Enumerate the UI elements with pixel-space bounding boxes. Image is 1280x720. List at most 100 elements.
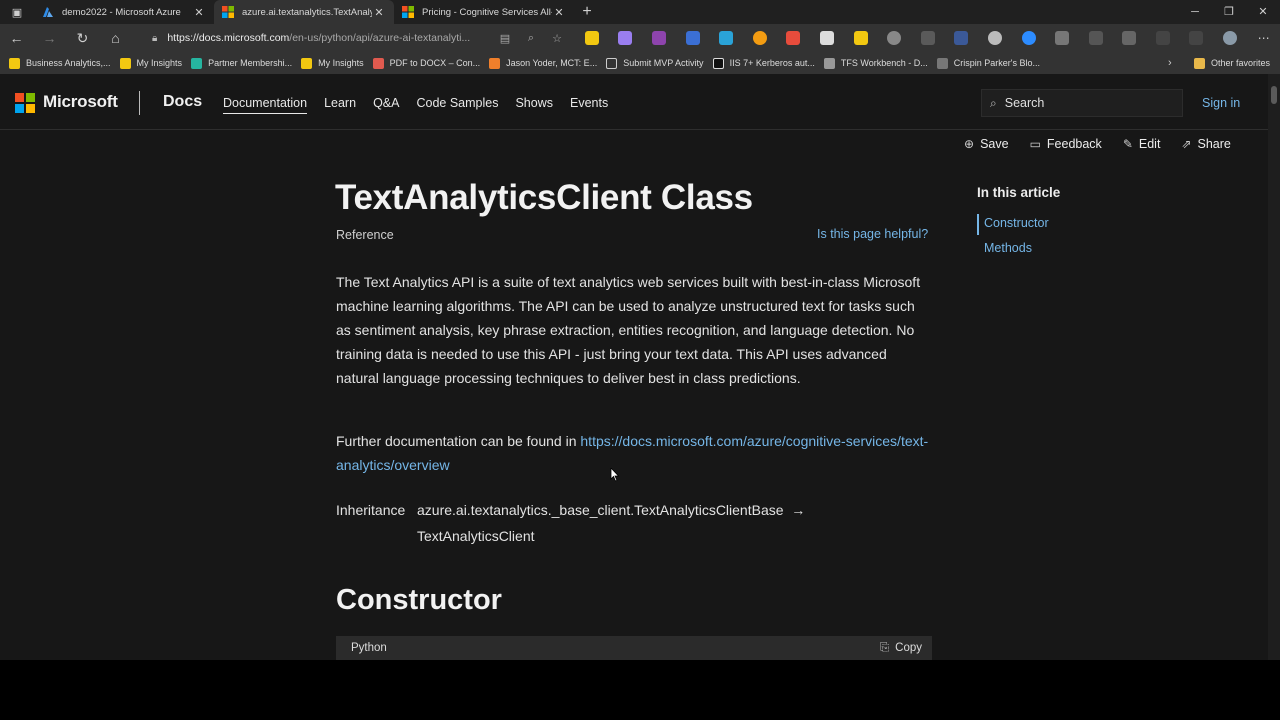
article-actions: ⊕ Save ▭ Feedback ✎ Edit ⇗ Share xyxy=(964,137,1252,151)
further-docs-text: Further documentation can be found in xyxy=(336,433,581,449)
url-host: https://docs.microsoft.com xyxy=(167,32,290,44)
tab-pricing[interactable]: Pricing - Cognitive Services All-In ✕ xyxy=(394,0,574,24)
close-tab-icon[interactable]: ✕ xyxy=(372,6,386,19)
scrollbar-thumb[interactable] xyxy=(1271,86,1277,104)
extension-icon[interactable] xyxy=(987,31,1002,45)
toc-item-constructor[interactable]: Constructor xyxy=(977,214,1060,235)
extension-icon[interactable] xyxy=(651,31,666,45)
extension-icon[interactable] xyxy=(819,31,834,45)
favorite-link[interactable]: TFS Workbench - D... xyxy=(823,57,928,69)
zoom-icon[interactable]: ⌕ xyxy=(518,32,544,45)
extension-icon[interactable] xyxy=(719,31,734,45)
close-window-icon[interactable]: ✕ xyxy=(1246,0,1280,24)
microsoft-logo-icon[interactable] xyxy=(15,93,35,113)
favorite-label: Crispin Parker's Blo... xyxy=(953,58,1040,68)
helpful-link[interactable]: Is this page helpful? xyxy=(817,227,928,241)
extension-icon[interactable] xyxy=(618,31,633,45)
favorite-label: IIS 7+ Kerberos aut... xyxy=(729,58,815,68)
extensions-puzzle-icon[interactable] xyxy=(1122,31,1137,45)
favorite-icon xyxy=(372,57,384,69)
favorite-label: TFS Workbench - D... xyxy=(840,58,928,68)
restore-icon[interactable]: ❐ xyxy=(1212,0,1246,24)
page-scrollbar[interactable] xyxy=(1268,74,1280,660)
address-bar[interactable]: 🔒︎ https://docs.microsoft.com /en-us/pyt… xyxy=(140,26,570,50)
search-placeholder: Search xyxy=(1004,96,1045,110)
nav-documentation[interactable]: Documentation xyxy=(223,96,308,114)
favorite-link[interactable]: Crispin Parker's Blo... xyxy=(936,57,1040,69)
reader-view-icon[interactable]: ▤ xyxy=(492,32,518,45)
search-input[interactable]: ⌕ Search xyxy=(981,89,1183,117)
extension-icon[interactable] xyxy=(887,31,902,45)
favorites-bar: Business Analytics,... My Insights Partn… xyxy=(0,52,1280,74)
favorite-link[interactable]: Submit MVP Activity xyxy=(606,57,704,69)
nav-code-samples[interactable]: Code Samples xyxy=(416,96,498,114)
extension-icon[interactable] xyxy=(853,31,868,45)
new-tab-icon[interactable]: + xyxy=(574,3,600,21)
extension-icon[interactable] xyxy=(1055,31,1070,45)
favorite-icon xyxy=(712,57,724,69)
favorite-link[interactable]: Business Analytics,... xyxy=(9,57,111,69)
favorite-link[interactable]: My Insights xyxy=(301,57,364,69)
letterbox-bar xyxy=(0,660,1280,720)
favorite-link[interactable]: IIS 7+ Kerberos aut... xyxy=(712,57,815,69)
tab-azure-portal[interactable]: demo2022 - Microsoft Azure ✕ xyxy=(34,0,214,24)
back-icon[interactable]: ← xyxy=(0,30,33,46)
pencil-icon: ✎ xyxy=(1122,137,1133,151)
feedback-button[interactable]: ▭ Feedback xyxy=(1030,137,1102,151)
copy-button[interactable]: ⎘ Copy xyxy=(880,642,922,655)
plus-circle-icon: ⊕ xyxy=(964,137,975,151)
site-header: Microsoft Docs Documentation Learn Q&A C… xyxy=(0,74,1268,130)
comment-icon: ▭ xyxy=(1029,137,1041,151)
extension-icon[interactable] xyxy=(1088,31,1103,45)
more-menu-icon[interactable]: ⋯ xyxy=(1257,31,1271,45)
sign-in-link[interactable]: Sign in xyxy=(1202,96,1240,110)
tab-title: demo2022 - Microsoft Azure xyxy=(62,6,181,18)
nav-events[interactable]: Events xyxy=(570,96,608,114)
tab-title: azure.ai.textanalytics.TextAnalytic xyxy=(242,6,372,18)
extension-icon[interactable] xyxy=(752,31,767,45)
favorite-star-icon[interactable]: ☆ xyxy=(544,32,570,45)
extension-icon[interactable] xyxy=(954,31,969,45)
favorite-link[interactable]: Jason Yoder, MCT: E... xyxy=(489,57,597,69)
edit-button[interactable]: ✎ Edit xyxy=(1123,137,1161,151)
extension-icon[interactable] xyxy=(1021,31,1036,45)
lock-icon: 🔒︎ xyxy=(152,32,158,44)
favorites-icon[interactable] xyxy=(1155,31,1170,45)
extension-icon[interactable] xyxy=(786,31,801,45)
share-button[interactable]: ⇗ Share xyxy=(1181,137,1230,151)
home-icon[interactable]: ⌂ xyxy=(99,30,132,46)
tab-actions-icon[interactable]: ▣ xyxy=(0,0,34,24)
extension-icon[interactable] xyxy=(920,31,935,45)
share-icon: ⇗ xyxy=(1181,137,1192,151)
favorite-link[interactable]: PDF to DOCX – Con... xyxy=(372,57,480,69)
collections-icon[interactable] xyxy=(1189,31,1204,45)
nav-learn[interactable]: Learn xyxy=(324,96,356,114)
extension-icon[interactable] xyxy=(685,31,700,45)
brand-name[interactable]: Microsoft xyxy=(43,92,118,112)
tab-textanalytics-docs[interactable]: azure.ai.textanalytics.TextAnalytic ✕ xyxy=(214,0,394,24)
profile-avatar-icon[interactable] xyxy=(1223,31,1238,45)
chevron-right-icon[interactable]: › xyxy=(1168,52,1172,74)
close-tab-icon[interactable]: ✕ xyxy=(192,6,206,19)
inheritance-base-name: azure.ai.textanalytics._base_client.Text… xyxy=(417,502,784,518)
window-controls: ─ ❐ ✕ xyxy=(1178,0,1280,24)
save-button[interactable]: ⊕ Save xyxy=(964,137,1009,151)
favorite-label: Partner Membershi... xyxy=(208,58,293,68)
forward-icon[interactable]: → xyxy=(33,30,66,46)
docs-home-link[interactable]: Docs xyxy=(163,93,202,111)
minimize-icon[interactable]: ─ xyxy=(1178,0,1212,24)
extension-icon[interactable] xyxy=(584,31,599,45)
toc-item-methods[interactable]: Methods xyxy=(977,239,1060,260)
feedback-label: Feedback xyxy=(1046,137,1102,151)
favorite-icon xyxy=(301,57,313,69)
code-language: Python xyxy=(351,642,387,654)
other-favorites[interactable]: Other favorites xyxy=(1193,52,1270,74)
nav-qa[interactable]: Q&A xyxy=(373,96,399,114)
nav-shows[interactable]: Shows xyxy=(515,96,553,114)
favorite-link[interactable]: Partner Membershi... xyxy=(191,57,293,69)
close-tab-icon[interactable]: ✕ xyxy=(552,6,566,19)
folder-icon xyxy=(1193,57,1205,69)
refresh-icon[interactable]: ↻ xyxy=(66,30,99,47)
favorite-label: My Insights xyxy=(136,58,183,68)
favorite-link[interactable]: My Insights xyxy=(119,57,183,69)
